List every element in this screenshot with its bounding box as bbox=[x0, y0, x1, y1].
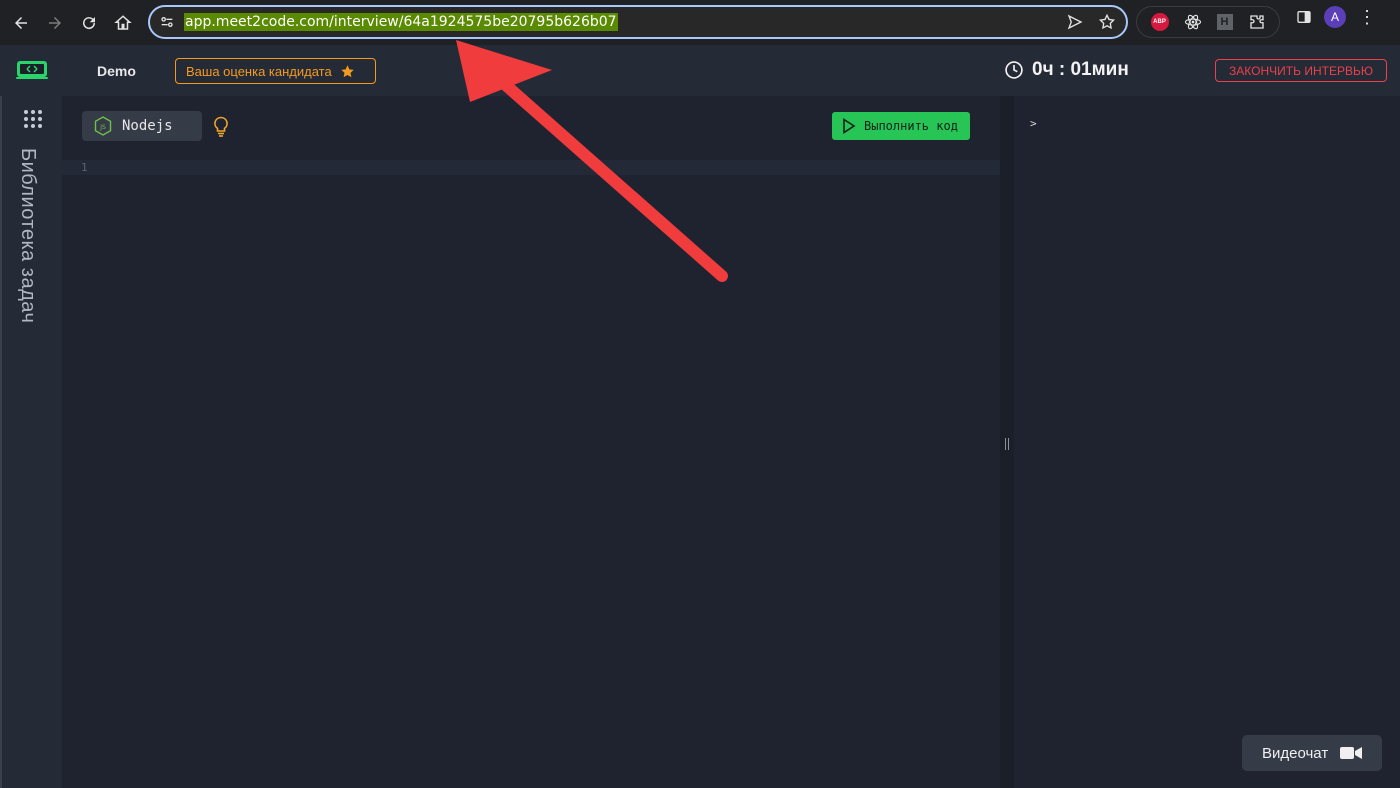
console-prompt: > bbox=[1030, 117, 1037, 130]
side-panel-icon[interactable] bbox=[1296, 9, 1312, 25]
url-text[interactable]: app.meet2code.com/interview/64a1924575be… bbox=[184, 13, 618, 31]
video-camera-icon bbox=[1340, 747, 1363, 759]
app-header: Demo Ваша оценка кандидата 0ч : 01мин ЗА… bbox=[0, 45, 1400, 96]
resize-handle-icon[interactable] bbox=[1005, 438, 1009, 450]
back-button[interactable] bbox=[4, 6, 38, 40]
nodejs-icon: JS bbox=[94, 116, 112, 136]
bookmark-star-icon[interactable] bbox=[1098, 13, 1116, 31]
lightbulb-hint-icon[interactable] bbox=[213, 116, 229, 138]
adblock-extension-icon[interactable]: ABP bbox=[1150, 13, 1169, 31]
output-console: > Видеочат bbox=[1014, 96, 1400, 788]
react-devtools-icon[interactable] bbox=[1184, 13, 1202, 31]
timer-text: 0ч : 01мин bbox=[1032, 59, 1129, 80]
end-interview-button[interactable]: ЗАКОНЧИТЬ ИНТЕРВЬЮ bbox=[1215, 59, 1387, 82]
demo-label: Demo bbox=[97, 63, 136, 79]
star-icon bbox=[340, 64, 354, 77]
extensions-area: ABP H bbox=[1136, 6, 1280, 38]
code-line-active[interactable] bbox=[62, 160, 1000, 175]
apps-grid-icon[interactable] bbox=[24, 110, 42, 128]
puzzle-extensions-icon[interactable] bbox=[1248, 13, 1266, 31]
forward-arrow-icon bbox=[49, 16, 61, 29]
line-number: 1 bbox=[81, 161, 88, 174]
svg-text:JS: JS bbox=[99, 124, 106, 131]
task-library-tab[interactable]: Библиотека задач bbox=[16, 148, 39, 323]
forward-button[interactable] bbox=[38, 6, 72, 40]
browser-toolbar: app.meet2code.com/interview/64a1924575be… bbox=[0, 0, 1400, 45]
candidate-rating-button[interactable]: Ваша оценка кандидата bbox=[175, 58, 376, 84]
send-icon[interactable] bbox=[1066, 13, 1084, 31]
home-icon bbox=[114, 14, 132, 30]
reload-button[interactable] bbox=[72, 6, 106, 40]
code-editor-panel: JS Nodejs Выполнить код 1 bbox=[62, 96, 1000, 788]
play-icon bbox=[843, 118, 856, 134]
h-extension-icon[interactable]: H bbox=[1216, 14, 1233, 30]
site-settings-icon[interactable] bbox=[150, 14, 184, 30]
video-chat-button[interactable]: Видеочат bbox=[1242, 735, 1382, 771]
browser-menu-icon[interactable]: ⋮ bbox=[1358, 8, 1376, 26]
video-chat-label: Видеочат bbox=[1262, 744, 1329, 762]
rating-label: Ваша оценка кандидата bbox=[186, 63, 332, 79]
back-arrow-icon bbox=[15, 16, 27, 29]
interview-timer: 0ч : 01мин bbox=[1004, 59, 1129, 81]
run-code-button[interactable]: Выполнить код bbox=[832, 112, 970, 140]
address-bar[interactable]: app.meet2code.com/interview/64a1924575be… bbox=[148, 5, 1128, 39]
home-button[interactable] bbox=[106, 6, 140, 40]
reload-icon bbox=[83, 16, 96, 29]
clock-icon bbox=[1005, 61, 1023, 79]
meet2code-logo-icon[interactable] bbox=[16, 59, 48, 81]
task-library-sidebar: Библиотека задач bbox=[0, 96, 62, 788]
language-label: Nodejs bbox=[122, 118, 173, 134]
language-selector[interactable]: JS Nodejs bbox=[82, 111, 202, 141]
panel-resizer[interactable] bbox=[1000, 96, 1014, 788]
run-code-label: Выполнить код bbox=[864, 119, 958, 133]
profile-avatar[interactable]: A bbox=[1324, 6, 1346, 28]
